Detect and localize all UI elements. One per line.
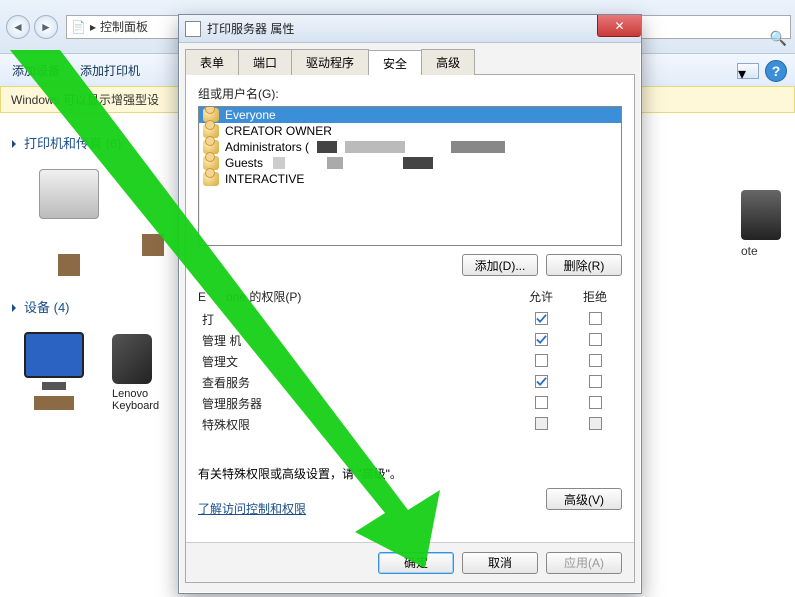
permissions-list: 打管理 机管理文查看服务管理服务器特殊权限 bbox=[198, 309, 622, 435]
permission-row: 特殊权限 bbox=[198, 414, 622, 435]
allow-checkbox[interactable] bbox=[535, 312, 548, 325]
view-button[interactable]: ▾ bbox=[737, 63, 759, 79]
permission-name: 管理文 bbox=[198, 353, 514, 370]
device-label: Lenovo bbox=[112, 388, 159, 400]
breadcrumb-sep: ▸ bbox=[90, 20, 96, 34]
add-printer-link[interactable]: 添加打印机 bbox=[80, 62, 140, 79]
explorer-content: 打印机和传真 (6) 设备 (4) bbox=[0, 113, 180, 431]
group-devices-header[interactable]: 设备 (4) bbox=[12, 297, 168, 316]
permission-name: 特殊权限 bbox=[198, 416, 514, 433]
printer-item[interactable] bbox=[142, 164, 164, 281]
permissions-header: Eone 的权限(P) 允许 拒绝 bbox=[198, 288, 622, 305]
permission-row: 管理服务器 bbox=[198, 393, 622, 414]
device-item[interactable] bbox=[24, 328, 84, 415]
dialog-title: 打印服务器 属性 bbox=[207, 20, 294, 37]
toolbar-right: ▾ ? bbox=[737, 60, 787, 82]
deny-col: 拒绝 bbox=[568, 288, 622, 305]
close-button[interactable]: ✕ bbox=[597, 15, 641, 37]
user-item-interactive[interactable]: INTERACTIVE bbox=[199, 171, 621, 187]
apply-button[interactable]: 应用(A) bbox=[546, 552, 622, 574]
group-icon bbox=[203, 172, 219, 186]
allow-checkbox[interactable] bbox=[535, 354, 548, 367]
cancel-button[interactable]: 取消 bbox=[462, 552, 538, 574]
group-printers-header[interactable]: 打印机和传真 (6) bbox=[12, 133, 168, 152]
permission-row: 管理 机 bbox=[198, 330, 622, 351]
printer-icon bbox=[185, 21, 201, 37]
add-device-link[interactable]: 添加设备 bbox=[12, 62, 60, 79]
allow-checkbox bbox=[535, 417, 548, 430]
device-label: Keyboard bbox=[112, 400, 159, 412]
user-item-creator[interactable]: CREATOR OWNER bbox=[199, 123, 621, 139]
permission-row: 打 bbox=[198, 309, 622, 330]
print-server-properties-dialog: 打印服务器 属性 ✕ 表单 端口 驱动程序 安全 高级 组或用户名(G): Ev… bbox=[178, 14, 642, 594]
printer-item[interactable] bbox=[24, 164, 114, 281]
dialog-titlebar[interactable]: 打印服务器 属性 ✕ bbox=[179, 15, 641, 43]
permission-row: 管理文 bbox=[198, 351, 622, 372]
allow-checkbox[interactable] bbox=[535, 333, 548, 346]
help-icon[interactable]: ? bbox=[765, 60, 787, 82]
allow-checkbox[interactable] bbox=[535, 396, 548, 409]
permission-name: 查看服务 bbox=[198, 374, 514, 391]
allow-checkbox[interactable] bbox=[535, 375, 548, 388]
tab-ports[interactable]: 端口 bbox=[238, 49, 292, 75]
deny-checkbox bbox=[589, 417, 602, 430]
add-user-button[interactable]: 添加(D)... bbox=[462, 254, 538, 276]
user-item-guests[interactable]: Guests bbox=[199, 155, 621, 171]
breadcrumb-icon: 📄 bbox=[71, 20, 86, 34]
user-item-admins[interactable]: Administrators ( bbox=[199, 139, 621, 155]
permission-name: 打 bbox=[198, 311, 514, 328]
allow-col: 允许 bbox=[514, 288, 568, 305]
dialog-button-row: 确定 取消 应用(A) bbox=[186, 542, 634, 582]
tab-forms[interactable]: 表单 bbox=[185, 49, 239, 75]
tab-drivers[interactable]: 驱动程序 bbox=[291, 49, 369, 75]
group-users-label: 组或用户名(G): bbox=[198, 85, 622, 102]
deny-checkbox[interactable] bbox=[589, 354, 602, 367]
ok-button[interactable]: 确定 bbox=[378, 552, 454, 574]
search-icon[interactable]: 🔍 bbox=[770, 30, 787, 47]
permission-name: 管理 机 bbox=[198, 332, 514, 349]
note-label: ote bbox=[741, 244, 758, 258]
tab-body: 组或用户名(G): Everyone CREATOR OWNER Adminis… bbox=[185, 75, 635, 583]
tab-security[interactable]: 安全 bbox=[368, 50, 422, 76]
nav-fwd-button[interactable]: ► bbox=[34, 15, 58, 39]
permission-name: 管理服务器 bbox=[198, 395, 514, 412]
nav-back-button[interactable]: ◄ bbox=[6, 15, 30, 39]
tabs: 表单 端口 驱动程序 安全 高级 bbox=[179, 43, 641, 75]
deny-checkbox[interactable] bbox=[589, 396, 602, 409]
breadcrumb-text: 控制面板 bbox=[100, 18, 148, 35]
permission-row: 查看服务 bbox=[198, 372, 622, 393]
deny-checkbox[interactable] bbox=[589, 333, 602, 346]
remove-user-button[interactable]: 删除(R) bbox=[546, 254, 622, 276]
users-listbox[interactable]: Everyone CREATOR OWNER Administrators ( … bbox=[198, 106, 622, 246]
user-item-everyone[interactable]: Everyone bbox=[199, 107, 621, 123]
learn-access-link[interactable]: 了解访问控制和权限 bbox=[198, 500, 306, 517]
tab-advanced[interactable]: 高级 bbox=[421, 49, 475, 75]
advanced-note: 有关特殊权限或高级设置，请 "高级"。 bbox=[198, 465, 622, 482]
deny-checkbox[interactable] bbox=[589, 312, 602, 325]
device-item[interactable]: Lenovo Keyboard bbox=[112, 328, 159, 415]
advanced-button[interactable]: 高级(V) bbox=[546, 488, 622, 510]
deny-checkbox[interactable] bbox=[589, 375, 602, 388]
